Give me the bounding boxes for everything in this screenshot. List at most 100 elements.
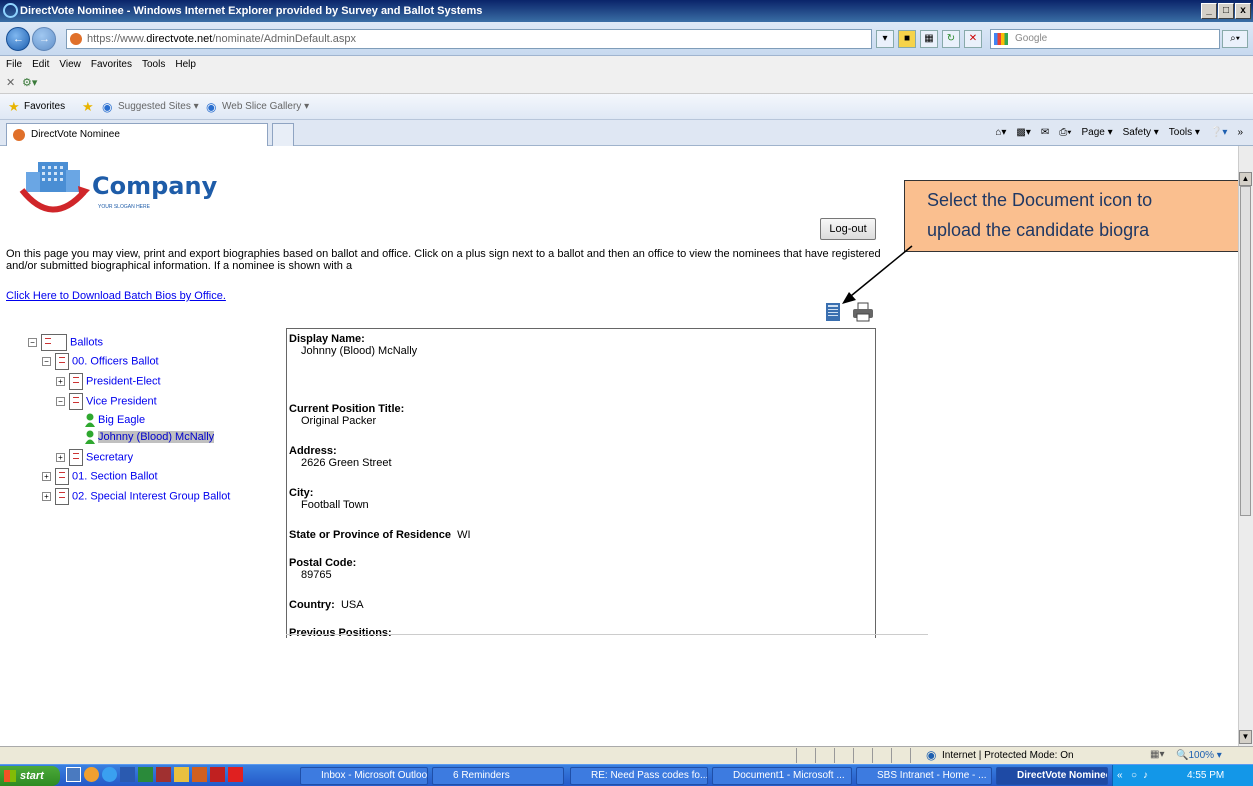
menu-file[interactable]: File [6,59,22,70]
tree-label-selected[interactable]: Johnny (Blood) McNally [98,431,215,443]
taskbar-document1[interactable]: Document1 - Microsoft ... [712,767,852,785]
tree-node-officers-ballot[interactable]: − 00. Officers Ballot [42,353,159,370]
compat-view-icon[interactable]: ▦ [920,30,938,48]
zoom-control[interactable]: 🔍100% ▾ [1176,750,1222,761]
word-icon[interactable] [120,767,135,782]
window-titlebar: DirectVote Nominee - Windows Internet Ex… [0,0,1253,22]
home-icon[interactable]: ⌂▾ [995,127,1006,138]
close-button[interactable]: x [1235,3,1251,19]
tree-node-big-eagle[interactable]: Big Eagle [84,413,145,428]
logo-text: Company [92,172,218,200]
addon-icon[interactable]: ⚙▾ [22,76,37,89]
lock-icon[interactable]: ■ [898,30,916,48]
refresh-icon[interactable]: ↻ [942,30,960,48]
collapse-icon[interactable]: − [42,357,51,366]
expand-icon[interactable]: + [56,377,65,386]
suggested-sites-link[interactable]: Suggested Sites ▾ [118,94,199,120]
expand-icon[interactable]: + [56,453,65,462]
address-input[interactable]: https://www.directvote.net/nominate/Admi… [66,29,872,49]
state-value: WI [457,529,471,541]
collapse-icon[interactable]: − [56,397,65,406]
ie-icon[interactable] [102,767,117,782]
show-desktop-icon[interactable] [66,767,81,782]
window-title: DirectVote Nominee - Windows Internet Ex… [20,5,483,17]
tree-node-secretary[interactable]: + Secretary [56,449,133,466]
tree-node-ballots[interactable]: − Ballots [28,334,103,351]
acrobat-icon[interactable] [228,767,243,782]
help-icon[interactable]: ❔▾ [1210,127,1227,138]
new-tab-button[interactable] [272,123,294,146]
taskbar-outlook[interactable]: Inbox - Microsoft Outlook [300,767,428,785]
tree-label[interactable]: Ballots [70,336,103,348]
expand-icon[interactable]: + [42,492,51,501]
volume-icon[interactable]: ♪ [1143,765,1148,786]
network-icon[interactable]: ○ [1131,765,1137,786]
safety-menu[interactable]: Safety ▾ [1123,127,1159,138]
feeds-icon[interactable]: ▩▾ [1016,127,1030,138]
scroll-up-button[interactable]: ▲ [1239,172,1252,186]
outlook-icon[interactable] [84,767,99,782]
menu-tools[interactable]: Tools [142,59,165,70]
address-label: Address: [289,445,337,457]
back-button[interactable]: ← [6,27,30,51]
menu-view[interactable]: View [59,59,81,70]
site-favicon-icon [13,129,25,141]
tree-label[interactable]: 00. Officers Ballot [72,355,159,367]
tree-node-vice-president[interactable]: − Vice President [56,393,157,410]
logout-button[interactable]: Log-out [820,218,876,240]
tree-label[interactable]: Vice President [86,395,157,407]
excel-icon[interactable] [138,767,153,782]
ballot-icon [55,488,69,505]
site-favicon-icon [70,33,82,45]
minimize-button[interactable]: _ [1201,3,1217,19]
expand-icon[interactable]: + [42,472,51,481]
taskbar-reminders[interactable]: 6 Reminders [432,767,564,785]
scroll-down-button[interactable]: ▼ [1239,730,1252,744]
menu-help[interactable]: Help [175,59,196,70]
menu-edit[interactable]: Edit [32,59,49,70]
taskbar-email[interactable]: RE: Need Pass codes fo... [570,767,708,785]
url-domain: directvote.net [146,33,213,45]
clock: 4:55 PM [1187,770,1225,781]
page-menu[interactable]: Page ▾ [1081,127,1112,138]
pdf-icon[interactable] [210,767,225,782]
taskbar-directvote[interactable]: DirectVote Nominee -... [996,767,1108,785]
dropdown-arrow-icon[interactable]: ▾ [876,30,894,48]
chevron-right-icon[interactable]: » [1237,127,1243,138]
access-icon[interactable] [156,767,171,782]
tree-node-johnny-mcnally[interactable]: Johnny (Blood) McNally [84,430,215,445]
web-slice-gallery-link[interactable]: Web Slice Gallery ▾ [222,94,309,120]
add-favorite-icon[interactable]: ★ [82,94,94,120]
tree-label[interactable]: 02. Special Interest Group Ballot [72,490,230,502]
tree-label[interactable]: President-Elect [86,375,161,387]
print-icon[interactable]: ⎙▾ [1059,127,1071,138]
search-icon[interactable]: ⌕▾ [1222,30,1248,48]
powerpoint-icon[interactable] [192,767,207,782]
tree-label[interactable]: Secretary [86,451,133,463]
taskbar-sbs-intranet[interactable]: SBS Intranet - Home - ... [856,767,992,785]
maximize-button[interactable]: □ [1218,3,1234,19]
search-input[interactable]: Google [990,29,1220,49]
menu-favorites[interactable]: Favorites [91,59,132,70]
tree-label[interactable]: 01. Section Ballot [72,470,158,482]
start-button[interactable]: start [0,766,60,786]
forward-button[interactable]: → [32,27,56,51]
close-toolbar-icon[interactable]: ✕ [6,76,15,89]
city-label: City: [289,487,314,499]
tree-node-president-elect[interactable]: + President-Elect [56,373,161,390]
favorites-button[interactable]: Favorites [24,94,65,120]
protected-mode-icon[interactable]: ▦▾ [1150,749,1164,760]
tree-label[interactable]: Big Eagle [98,414,145,426]
collapse-icon[interactable]: − [28,338,37,347]
scroll-thumb[interactable] [1240,186,1251,516]
tree-node-section-ballot[interactable]: +01. Section Ballot [42,468,158,485]
tree-node-sig-ballot[interactable]: +02. Special Interest Group Ballot [42,488,230,505]
mail-icon[interactable]: ✉ [1041,127,1049,138]
tab-directvote[interactable]: DirectVote Nominee [6,123,268,146]
tray-chevron-icon[interactable]: « [1117,765,1123,786]
download-batch-bios-link[interactable]: Click Here to Download Batch Bios by Off… [6,290,226,302]
tools-menu[interactable]: Tools ▾ [1169,127,1200,138]
security-zone-text[interactable]: Internet | Protected Mode: On [942,750,1074,761]
folder-icon[interactable] [174,767,189,782]
stop-icon[interactable]: ✕ [964,30,982,48]
